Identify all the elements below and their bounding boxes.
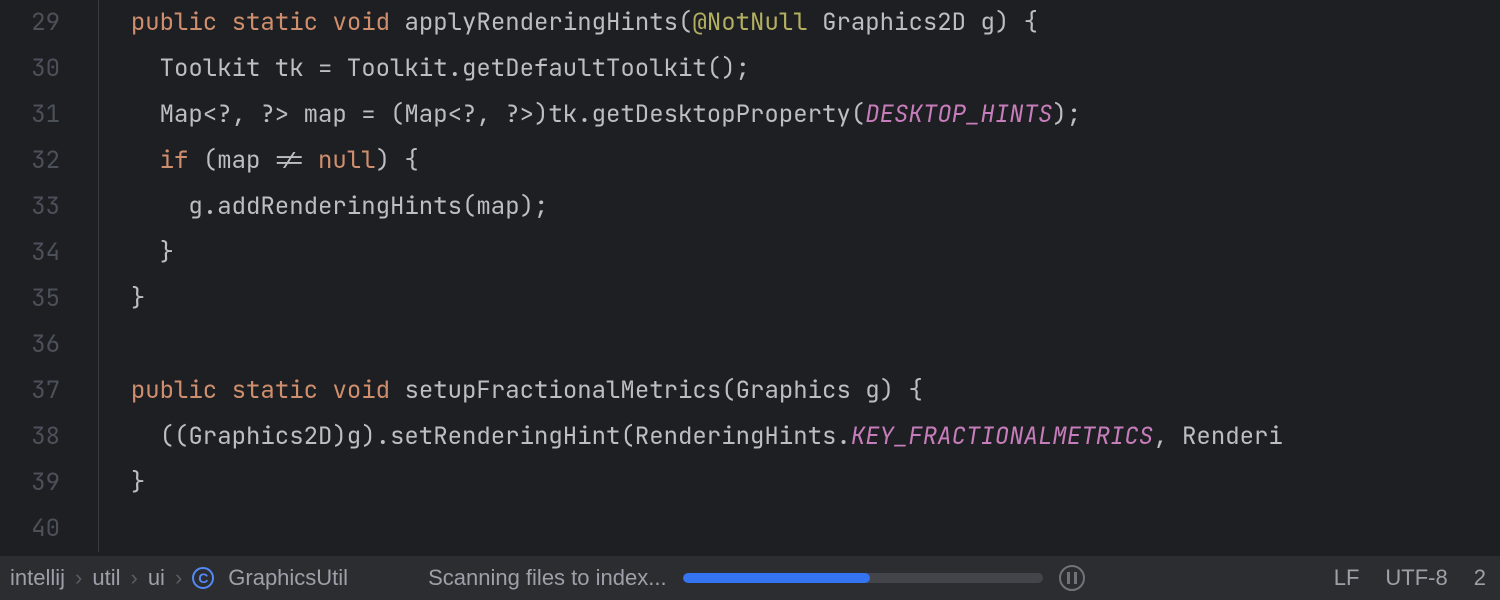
code-line[interactable]: Map<?, ?> map = (Map<?, ?>)tk.getDesktop… bbox=[84, 92, 1500, 138]
token: } bbox=[131, 276, 145, 322]
line-number: 40 bbox=[0, 506, 60, 552]
token: (Graphics g) { bbox=[721, 368, 923, 414]
token: ((Graphics2D)g).setRenderingHint(Renderi… bbox=[160, 414, 851, 460]
token: applyRenderingHints bbox=[404, 0, 678, 46]
code-line[interactable]: ((Graphics2D)g).setRenderingHint(Renderi… bbox=[84, 414, 1500, 460]
gutter: 293031323334353637383940 bbox=[0, 0, 84, 556]
code-line[interactable]: } bbox=[84, 276, 1500, 322]
breadcrumbs[interactable]: intellij › util › ui › C GraphicsUtil bbox=[10, 565, 348, 591]
line-number: 34 bbox=[0, 230, 60, 276]
breadcrumb-item[interactable]: util bbox=[92, 565, 120, 591]
line-number: 38 bbox=[0, 414, 60, 460]
token: } bbox=[160, 230, 174, 276]
token: public bbox=[131, 0, 232, 46]
breadcrumb-item[interactable]: ui bbox=[148, 565, 165, 591]
class-icon: C bbox=[192, 567, 214, 589]
progress-bar bbox=[683, 573, 1043, 583]
token: ) { bbox=[376, 138, 419, 184]
token: } bbox=[131, 460, 145, 506]
code-line[interactable]: g.addRenderingHints(map); bbox=[84, 184, 1500, 230]
token: Toolkit tk = Toolkit.getDefaultToolkit()… bbox=[160, 46, 750, 92]
code-line[interactable] bbox=[84, 322, 1500, 368]
token: KEY_FRACTIONALMETRICS bbox=[851, 414, 1153, 460]
status-bar: intellij › util › ui › C GraphicsUtil Scanning … bbox=[0, 556, 1500, 600]
line-number: 32 bbox=[0, 138, 60, 184]
token: void bbox=[332, 368, 404, 414]
line-number: 31 bbox=[0, 92, 60, 138]
token: public bbox=[131, 368, 232, 414]
line-number: 29 bbox=[0, 0, 60, 46]
line-number: 33 bbox=[0, 184, 60, 230]
token: null bbox=[318, 138, 376, 184]
line-number: 36 bbox=[0, 322, 60, 368]
code-area[interactable]: public static void applyRenderingHints(@… bbox=[84, 0, 1500, 556]
token: static bbox=[232, 0, 333, 46]
code-line[interactable] bbox=[84, 506, 1500, 552]
line-number: 35 bbox=[0, 276, 60, 322]
token: static bbox=[232, 368, 333, 414]
token: if bbox=[160, 138, 203, 184]
token: Graphics2D g bbox=[822, 0, 995, 46]
code-line[interactable]: Toolkit tk = Toolkit.getDefaultToolkit()… bbox=[84, 46, 1500, 92]
indexing-status: Scanning files to index... bbox=[428, 565, 666, 591]
encoding-widget[interactable]: UTF-8 bbox=[1385, 565, 1447, 591]
line-number: 37 bbox=[0, 368, 60, 414]
line-number: 30 bbox=[0, 46, 60, 92]
chevron-right-icon: › bbox=[175, 565, 182, 591]
code-line[interactable]: public static void setupFractionalMetric… bbox=[84, 368, 1500, 414]
token: DESKTOP_HINTS bbox=[865, 92, 1052, 138]
pause-icon bbox=[1067, 572, 1077, 584]
code-line[interactable]: if (map != null) { bbox=[84, 138, 1500, 184]
token: , Renderi bbox=[1153, 414, 1283, 460]
token: ) { bbox=[995, 0, 1038, 46]
chevron-right-icon: › bbox=[130, 565, 137, 591]
code-line[interactable]: } bbox=[84, 460, 1500, 506]
editor[interactable]: 293031323334353637383940 public static v… bbox=[0, 0, 1500, 556]
line-separator-widget[interactable]: LF bbox=[1334, 565, 1360, 591]
token: setupFractionalMetrics bbox=[404, 368, 721, 414]
code-line[interactable]: public static void applyRenderingHints(@… bbox=[84, 0, 1500, 46]
token: (map != bbox=[203, 138, 318, 184]
token: @NotNull bbox=[692, 0, 822, 46]
right-number-widget[interactable]: 2 bbox=[1474, 565, 1486, 591]
code-line[interactable]: } bbox=[84, 230, 1500, 276]
token: Map<?, ?> map = (Map<?, ?>)tk.getDesktop… bbox=[160, 92, 866, 138]
line-number: 39 bbox=[0, 460, 60, 506]
token: g.addRenderingHints(map); bbox=[188, 184, 548, 230]
token: ); bbox=[1052, 92, 1081, 138]
chevron-right-icon: › bbox=[75, 565, 82, 591]
breadcrumb-item[interactable]: GraphicsUtil bbox=[228, 565, 348, 591]
breadcrumb-item[interactable]: intellij bbox=[10, 565, 65, 591]
token: void bbox=[332, 0, 404, 46]
pause-button[interactable] bbox=[1059, 565, 1085, 591]
token: ( bbox=[678, 0, 692, 46]
